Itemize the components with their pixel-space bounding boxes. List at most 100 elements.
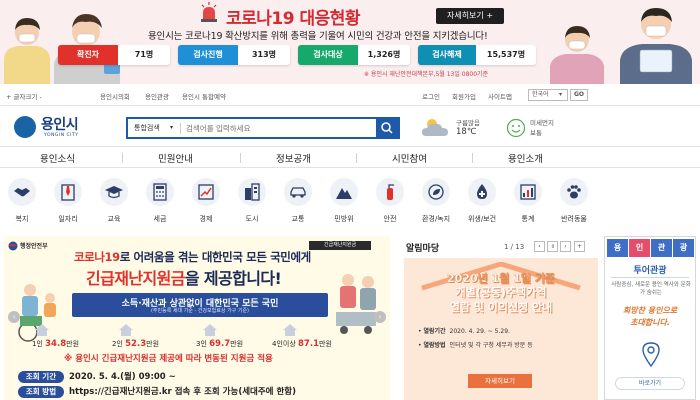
mountain-icon <box>336 188 352 199</box>
quick-civil-defense[interactable]: 민방위 <box>322 178 366 224</box>
amount-value: 52.3 <box>125 339 147 349</box>
notice-card[interactable]: 2020년 1월 1일 기준 개별(공동)주택가격 열람 및 이의신청 안내 •… <box>404 258 598 400</box>
quick-transport[interactable]: 교통 <box>276 178 320 224</box>
fire-extinguisher-icon <box>387 184 394 200</box>
notice-detail-period: • 열람기간 2020. 4. 29. ~ 5.29. <box>418 328 510 335</box>
method-value: https://긴급재난지원금.kr 접속 후 조회 가능(세대주에 한함) <box>69 387 296 397</box>
notice-page: 1 / 13 <box>504 243 525 251</box>
util-link-tour[interactable]: 용인관광 <box>145 91 169 101</box>
util-link-signup[interactable]: 회원가입 <box>452 91 476 101</box>
citizen-illustration-left-2 <box>54 14 120 84</box>
tour-calligraphy-1: 희망찬 용인으로 <box>622 306 678 315</box>
nav-item-civil[interactable]: 민원안내 <box>158 151 193 165</box>
util-link-sitemap[interactable]: 사이트맵 <box>488 91 512 101</box>
chevron-down-icon: ▾ <box>170 124 174 131</box>
quick-jobs[interactable]: 일자리 <box>46 178 90 224</box>
period-key: 조회 기간 <box>18 371 64 383</box>
banner-next-button[interactable]: › <box>374 311 386 323</box>
quick-economy[interactable]: 경제 <box>184 178 228 224</box>
dust-status: 보통 <box>530 129 542 137</box>
tour-go-button[interactable]: 바로가기 <box>615 377 685 390</box>
amount-persons: 2인 <box>112 340 123 348</box>
language-go-button[interactable]: GO <box>570 89 588 101</box>
logo-name: 용인시 <box>41 117 79 133</box>
quick-label: 위생/보건 <box>467 215 497 223</box>
tour-tab-2: 인 <box>629 239 650 257</box>
headline-text: 을 제공합니다! <box>184 269 282 288</box>
banner-prev-button[interactable]: ‹ <box>8 311 20 323</box>
amount-2-person: 2인 52.3만원 <box>112 339 159 349</box>
location-pin-icon <box>642 342 660 367</box>
stat-value: 313명 <box>238 45 290 65</box>
util-link-login[interactable]: 로그인 <box>422 91 440 101</box>
quick-city[interactable]: 도시 <box>230 178 274 224</box>
quick-menu: 복지 일자리 교육 세금 경제 도시 교통 민방위 안전 환경/녹지 위생/보건 <box>0 178 700 228</box>
notice-detail-button[interactable]: 자세히보기 <box>468 374 532 388</box>
quick-label: 안전 <box>383 215 397 223</box>
quick-health[interactable]: 위생/보건 <box>460 178 504 224</box>
notice-prev-button[interactable]: ‹ <box>534 241 545 252</box>
chevron-right-icon: › <box>564 243 567 250</box>
nav-item-about[interactable]: 용인소개 <box>508 151 543 165</box>
citizen-illustration-right <box>550 8 692 84</box>
language-select[interactable]: 한국어 ▾ <box>528 89 568 101</box>
notice-detail-method: • 열람방법 인터넷 및 각 구청 세무과 방문 등 <box>418 342 533 349</box>
period-value: 2020. 5. 4.(월) 09:00 ~ <box>69 372 176 382</box>
covid-more-button[interactable]: 자세히보기 + <box>436 8 504 24</box>
amount-unit: 만원 <box>230 340 244 348</box>
notice-more-button[interactable]: + <box>574 241 585 252</box>
amount-4-person: 4인이상 87.1만원 <box>272 339 332 349</box>
banner-tag: 긴급재난지원금 <box>309 241 371 250</box>
headline-highlight: 긴급재난지원금 <box>86 269 185 288</box>
covid-source: ※ 용인시 재난안전대책본부,5월 13일 0800기준 <box>364 71 489 78</box>
amount-persons: 4인이상 <box>272 340 296 348</box>
quick-education[interactable]: 교육 <box>92 178 136 224</box>
quick-statistics[interactable]: 통계 <box>506 178 550 224</box>
quick-welfare[interactable]: 복지 <box>0 178 44 224</box>
quick-safety[interactable]: 안전 <box>368 178 412 224</box>
quick-label: 민방위 <box>334 215 354 223</box>
chevron-down-icon: ▾ <box>559 91 563 98</box>
divider <box>240 153 241 163</box>
search-input[interactable] <box>186 121 366 135</box>
amount-unit: 만원 <box>66 340 80 348</box>
stat-label: 검사해제 <box>418 45 476 65</box>
font-size-control[interactable]: + 글자크기 - <box>6 91 42 101</box>
quick-label: 일자리 <box>58 215 78 223</box>
paw-icon <box>567 185 581 199</box>
search-category-select[interactable]: 통합검색 <box>134 123 160 133</box>
quick-environment[interactable]: 환경/녹지 <box>414 178 458 224</box>
notice-pause-button[interactable]: ॥ <box>547 241 558 252</box>
tour-tabs: 용 인 관 광 <box>607 239 695 257</box>
search-button[interactable] <box>376 119 398 137</box>
detail-value: 인터넷 및 각 구청 세무과 방문 등 <box>449 342 533 349</box>
main-nav: 용인소식 민원안내 정보공개 시민참여 용인소개 <box>0 146 700 168</box>
medical-cross-icon <box>477 184 487 199</box>
amount-value: 69.7 <box>209 339 231 349</box>
nav-item-news[interactable]: 용인소식 <box>40 151 75 165</box>
main-banner[interactable]: 행정안전부 긴급재난지원금 코로나19로 어려움을 겪는 대한민국 모든 국민에… <box>4 236 390 400</box>
graduation-cap-icon <box>105 186 123 199</box>
quick-label: 도시 <box>245 215 259 223</box>
banner-headline-1: 코로나19로 어려움을 겪는 대한민국 모든 국민에게 <box>74 249 311 265</box>
stat-subjects: 검사대상 1,326명 <box>298 45 410 65</box>
house-icon <box>119 324 133 336</box>
tour-panel[interactable]: 용 인 관 광 투어관광 사람중심, 새로운 용인 역사와 문화가 숨쉬는 희망… <box>604 236 696 400</box>
calculator-icon <box>153 183 167 201</box>
site-logo[interactable]: 용인시 YONGIN CITY <box>14 114 94 144</box>
util-link-council[interactable]: 용인시의회 <box>100 91 130 101</box>
weather-temp: 18℃ <box>456 127 477 137</box>
nav-item-participation[interactable]: 시민참여 <box>392 151 427 165</box>
notice-next-button[interactable]: › <box>560 241 571 252</box>
nav-item-info[interactable]: 정보공개 <box>276 151 311 165</box>
government-emblem-icon <box>8 241 18 251</box>
util-link-reservation[interactable]: 용인시 통합예약 <box>182 91 226 101</box>
stat-released: 검사해제 15,537명 <box>418 45 536 65</box>
quick-tax[interactable]: 세금 <box>138 178 182 224</box>
search-bar: 통합검색 ▾ <box>126 117 400 139</box>
notice-card-line2: 개별(공동)주택가격 <box>455 286 547 299</box>
divider <box>122 153 123 163</box>
quick-pets[interactable]: 반려동물 <box>552 178 596 224</box>
stat-label: 검사진행 <box>178 45 238 65</box>
covid-title: 코로나19 대응현황 <box>226 9 361 29</box>
